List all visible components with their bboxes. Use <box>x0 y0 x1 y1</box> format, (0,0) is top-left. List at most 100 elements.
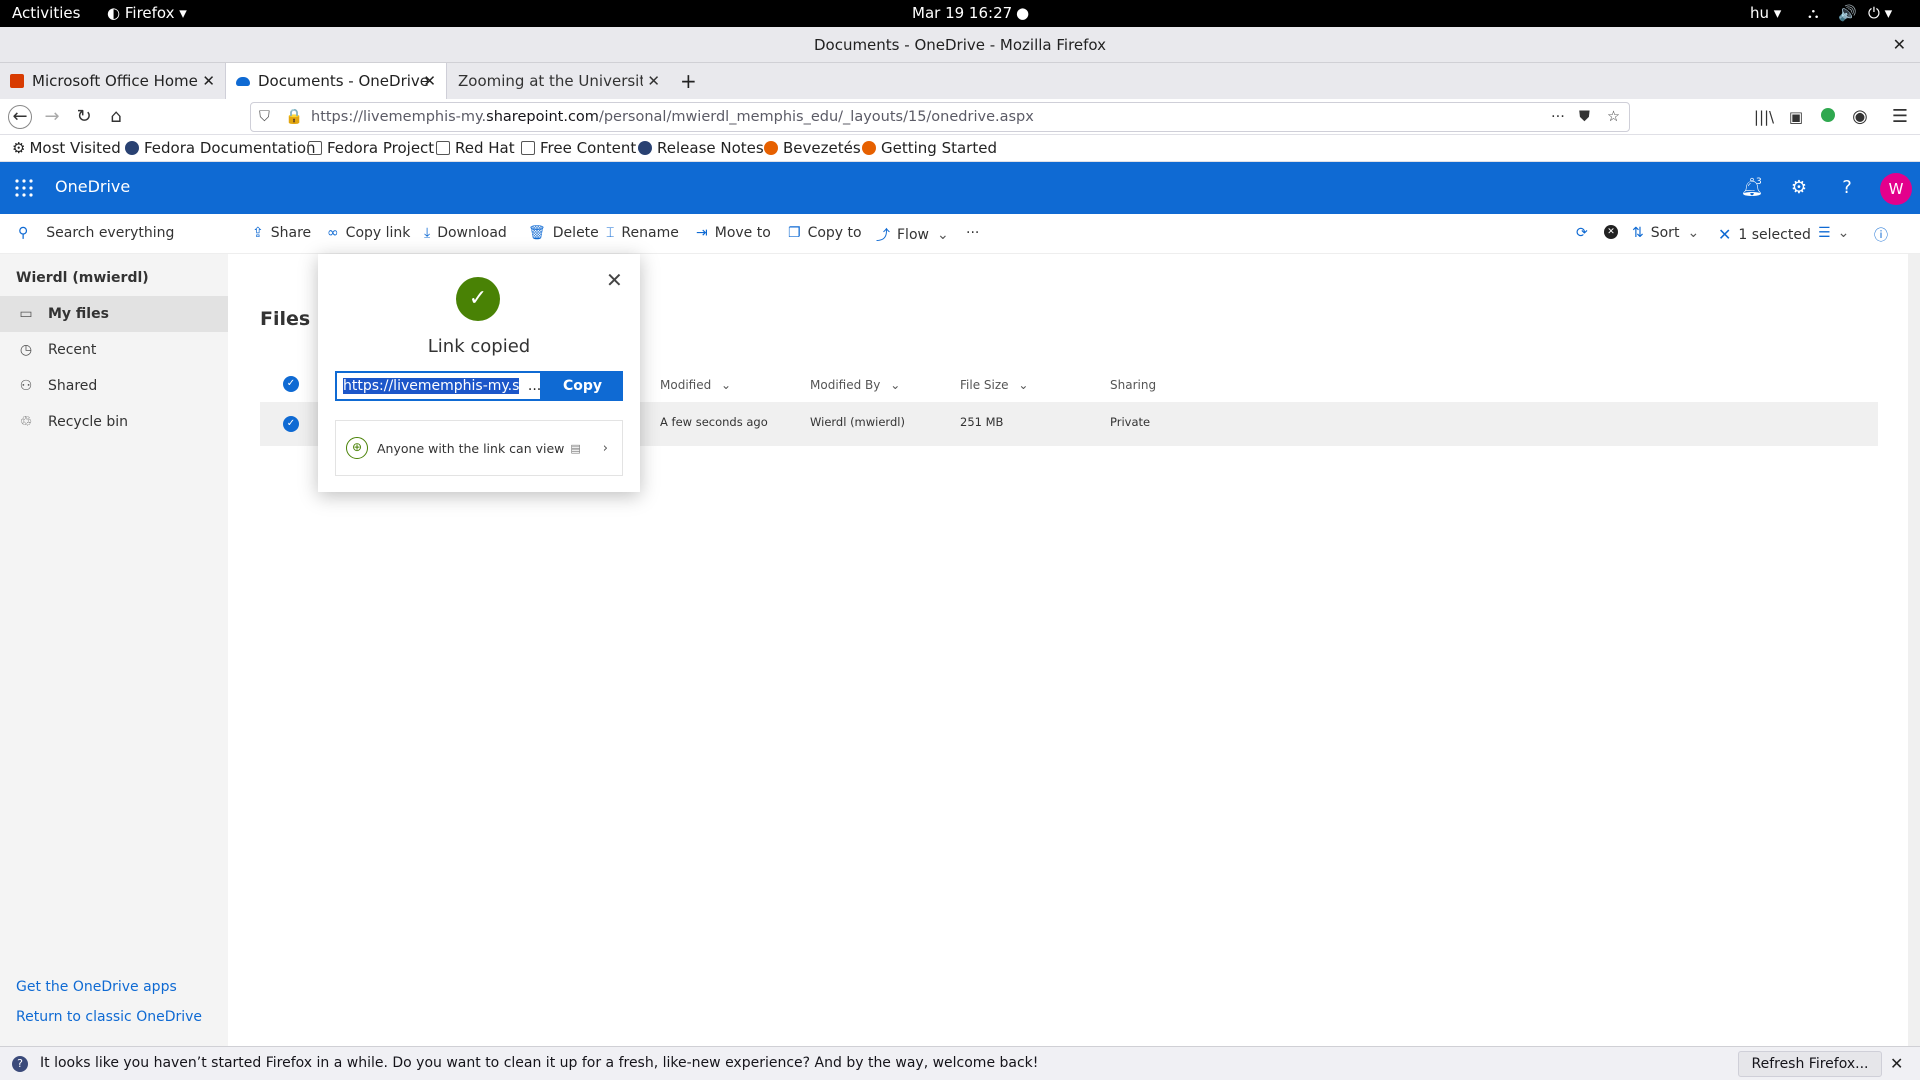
home-icon[interactable]: ⌂ <box>104 105 128 129</box>
bookmark-release-notes[interactable]: Release Notes <box>638 139 764 157</box>
return-classic-link[interactable]: Return to classic OneDrive <box>16 1009 202 1025</box>
column-modified-by[interactable]: Modified By ⌄ <box>810 378 900 392</box>
tracking-shield-icon[interactable]: ⛉ <box>259 103 270 131</box>
cell-modified-by[interactable]: Wierdl (mwierdl) <box>810 415 905 429</box>
page-title: Files <box>260 308 311 330</box>
view-options-button[interactable]: ☰ ⌄ <box>1818 225 1849 241</box>
tab-zooming[interactable]: Zooming at the University of ✕ <box>448 63 670 99</box>
back-icon[interactable]: ← <box>8 105 32 129</box>
recycle-bin-icon: ♲ <box>19 414 33 430</box>
tab-office-home[interactable]: Microsoft Office Home ✕ <box>0 63 225 99</box>
bookmark-star-icon[interactable]: ☆ <box>1607 103 1620 131</box>
column-label: Modified <box>660 378 712 392</box>
nav-label: Shared <box>48 378 98 394</box>
bookmark-getting-started[interactable]: Getting Started <box>862 139 997 157</box>
copy-to-button[interactable]: ❐ Copy to <box>788 225 862 241</box>
get-apps-link[interactable]: Get the OneDrive apps <box>16 979 177 995</box>
sort-button[interactable]: ⇅ Sort ⌄ <box>1632 225 1699 241</box>
more-button[interactable]: ··· <box>966 225 979 241</box>
clear-selection-button[interactable]: ✕ 1 selected <box>1718 225 1811 244</box>
row-checkbox[interactable]: ✓ <box>283 416 299 432</box>
bookmark-fedora-documentation[interactable]: Fedora Documentation <box>125 139 316 157</box>
extension-icon[interactable] <box>1816 105 1840 129</box>
flow-button[interactable]: ⤴ Flow ⌄ <box>876 225 949 245</box>
column-file-size[interactable]: File Size ⌄ <box>960 378 1028 392</box>
share-icon: ⇪ <box>252 225 264 241</box>
bookmark-red-hat[interactable]: Red Hat <box>436 139 515 157</box>
nav-shared[interactable]: ⚇ Shared <box>0 368 228 404</box>
bookmark-fedora-project[interactable]: Fedora Project <box>308 139 434 157</box>
delete-button[interactable]: 🗑︎ Delete <box>528 225 599 241</box>
link-settings-button[interactable]: ⊕ Anyone with the link can view ▤ › <box>335 420 623 476</box>
refresh-firefox-button[interactable]: Refresh Firefox... <box>1738 1051 1882 1077</box>
url-domain: sharepoint.com <box>486 109 599 125</box>
library-icon[interactable]: |||\ <box>1752 105 1776 129</box>
column-modified[interactable]: Modified ⌄ <box>660 378 731 392</box>
gear-icon[interactable]: ⚙ <box>1787 176 1811 200</box>
tab-close-icon[interactable]: ✕ <box>202 72 215 90</box>
url-bar[interactable]: ⛉ 🔒 https://livememphis-my.sharepoint.co… <box>250 102 1630 132</box>
volume-icon[interactable]: 🔊 <box>1838 4 1857 22</box>
nav-my-files[interactable]: ▭ My files <box>0 296 228 332</box>
keyboard-layout[interactable]: hu ▾ <box>1750 4 1781 22</box>
column-sharing[interactable]: Sharing <box>1110 378 1156 392</box>
bookmark-label: Most Visited <box>29 139 121 157</box>
copy-link-button[interactable]: ∞ Copy link <box>327 225 410 241</box>
tab-close-icon[interactable]: ✕ <box>647 72 660 90</box>
download-button[interactable]: ⤓ Download <box>424 225 507 241</box>
pocket-icon[interactable]: ⛊ <box>1579 103 1590 131</box>
close-icon[interactable]: ✕ <box>1890 1054 1903 1073</box>
share-button[interactable]: ⇪ Share <box>252 225 311 241</box>
tab-strip: Microsoft Office Home ✕ Documents - OneD… <box>0 63 1920 99</box>
folder-icon <box>436 141 450 155</box>
help-icon[interactable]: ? <box>1835 176 1859 200</box>
power-icon[interactable]: ⏻ ▾ <box>1868 4 1892 22</box>
info-icon[interactable]: ⓘ <box>1874 225 1888 245</box>
bell-icon[interactable]: 🔔︎ 3 <box>1740 176 1764 200</box>
app-menu[interactable]: ◐ Firefox ▾ <box>107 4 187 22</box>
window-title: Documents - OneDrive - Mozilla Firefox <box>813 36 1107 54</box>
page-actions-icon[interactable]: ··· <box>1551 103 1565 131</box>
nav-recycle-bin[interactable]: ♲ Recycle bin <box>0 404 228 440</box>
scrollbar[interactable] <box>1908 254 1920 1046</box>
sort-label: Sort <box>1650 225 1680 241</box>
activities-button[interactable]: Activities <box>12 4 80 22</box>
close-icon[interactable]: ✕ <box>606 268 623 292</box>
url-text: https://livememphis-my.sharepoint.com/pe… <box>311 103 1034 131</box>
reload-icon[interactable]: ↻ <box>72 105 96 129</box>
search-box[interactable]: ⚲ Search everything <box>18 225 174 241</box>
cell-sharing[interactable]: Private <box>1110 415 1150 429</box>
hamburger-menu-icon[interactable]: ☰ <box>1888 105 1912 129</box>
new-tab-icon[interactable]: + <box>680 63 704 99</box>
nav-recent[interactable]: ◷ Recent <box>0 332 228 368</box>
clock[interactable]: Mar 19 16:27 <box>912 4 1012 22</box>
delete-label: Delete <box>552 225 599 241</box>
select-all-checkbox[interactable]: ✓ <box>283 376 299 392</box>
tab-onedrive[interactable]: Documents - OneDrive ✕ <box>225 63 447 99</box>
flow-icon: ⤴ <box>876 228 890 244</box>
sidebar-icon[interactable]: ▣ <box>1784 105 1808 129</box>
app-title[interactable]: OneDrive <box>55 177 130 196</box>
chevron-down-icon: ⌄ <box>936 227 949 243</box>
app-launcher-icon[interactable] <box>14 178 34 198</box>
link-field[interactable]: https://livememphis-my.s ... <box>335 371 542 401</box>
copy-button[interactable]: Copy <box>542 371 623 401</box>
close-circle-icon[interactable]: ✕ <box>1604 225 1618 239</box>
tab-close-icon[interactable]: ✕ <box>423 72 436 90</box>
more-label: ··· <box>966 225 980 241</box>
bookmark-most-visited[interactable]: ⚙ Most Visited <box>12 139 121 157</box>
window-close-icon[interactable]: ✕ <box>1893 27 1906 63</box>
firefox-icon: ◐ <box>107 4 121 22</box>
forward-icon[interactable]: → <box>40 105 64 129</box>
rename-button[interactable]: ⌶ Rename <box>606 225 679 241</box>
lock-icon[interactable]: 🔒 <box>285 103 303 131</box>
bookmark-bevezetes[interactable]: Bevezetés <box>764 139 861 157</box>
nav-label: Recent <box>48 342 97 358</box>
refresh-icon[interactable]: ⟳ <box>1576 225 1588 241</box>
copy-link-label: Copy link <box>345 225 411 241</box>
bookmark-free-content[interactable]: Free Content <box>521 139 636 157</box>
move-to-button[interactable]: ⇥ Move to <box>696 225 771 241</box>
account-icon[interactable]: ◉ <box>1848 105 1872 129</box>
network-icon[interactable]: ⛬ <box>1808 4 1819 22</box>
avatar[interactable]: W <box>1880 173 1912 205</box>
